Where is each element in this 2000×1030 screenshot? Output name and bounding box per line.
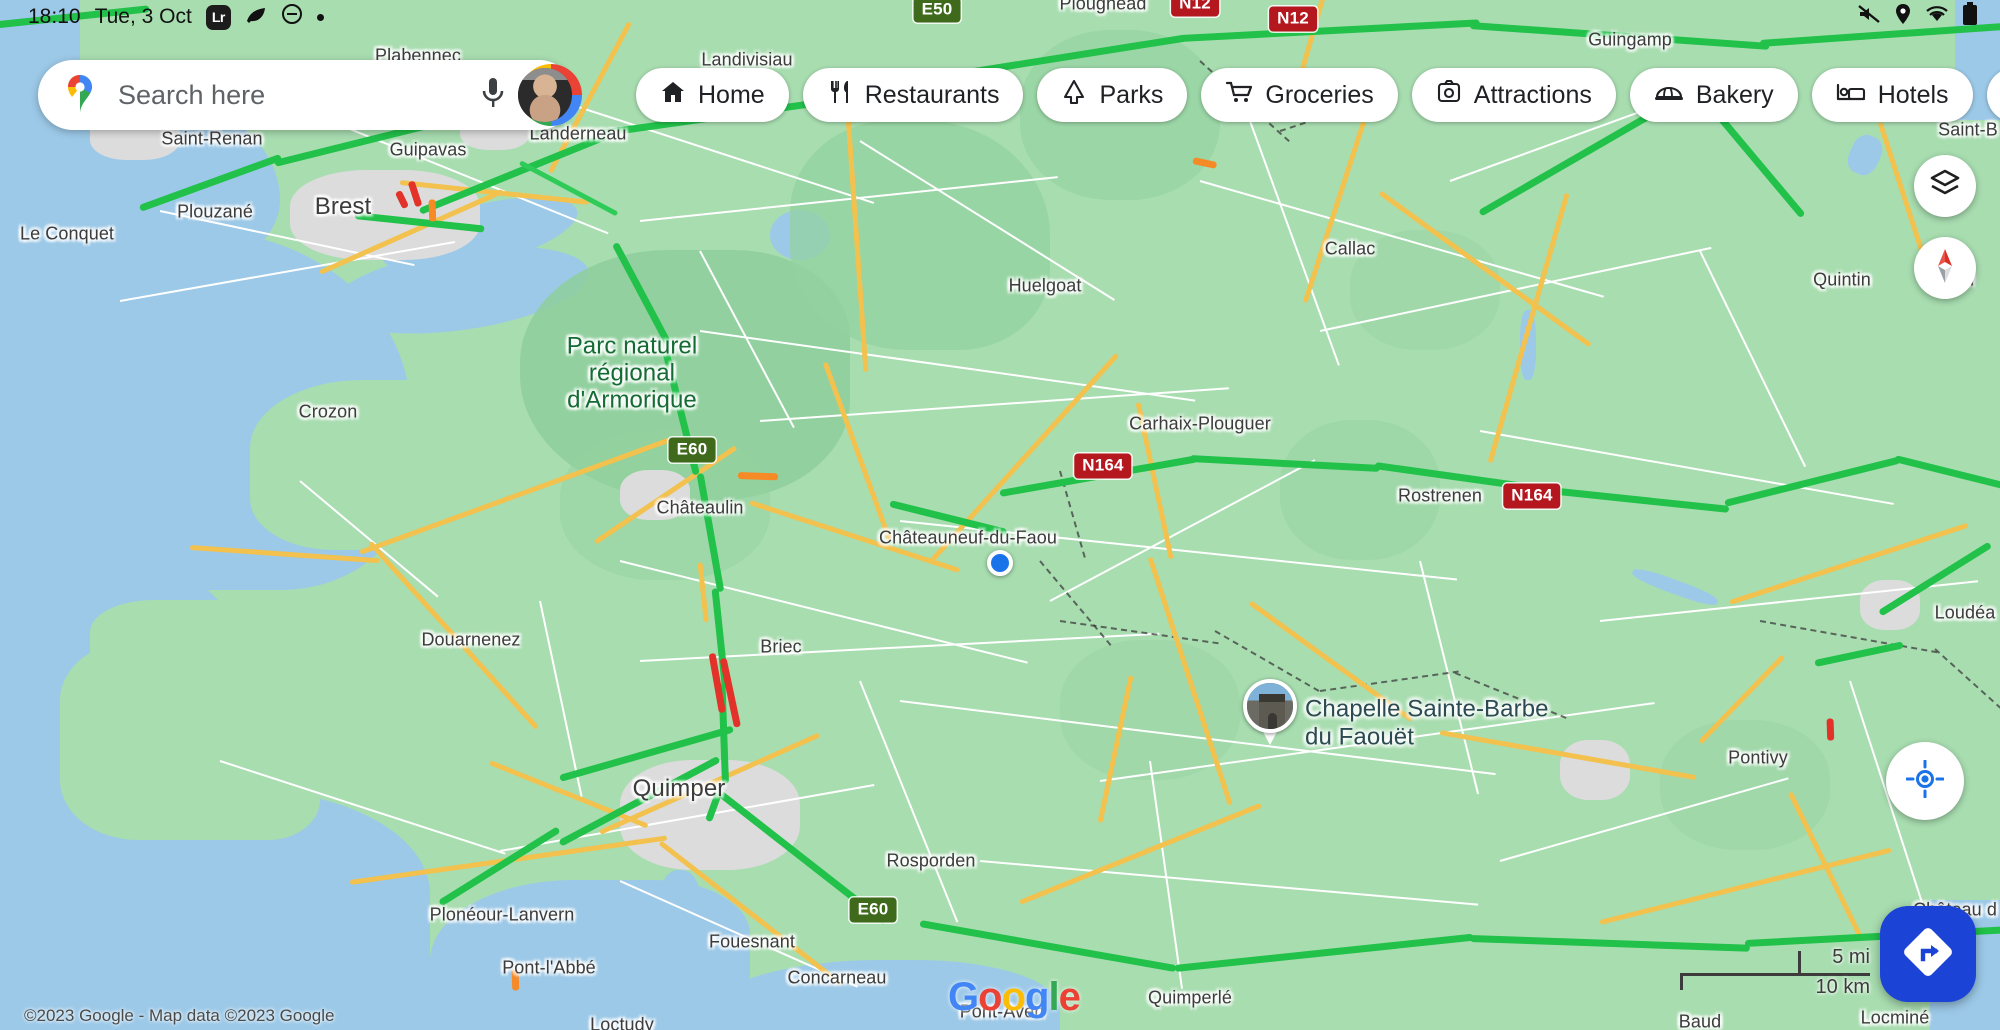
logo-letter-o2: o: [1001, 975, 1026, 1019]
road-shield: E60: [668, 437, 716, 463]
chip-label: Groceries: [1265, 80, 1374, 109]
maps-app: Plabennec Plougnead Landivisiau Guingamp Lan…: [0, 0, 2000, 1030]
map-label-place[interactable]: Concarneau: [787, 968, 886, 989]
road-shield: N164: [1074, 453, 1132, 479]
logo-letter-l: l: [1048, 975, 1059, 1019]
map-label-place[interactable]: Châteauneuf-du-Faou: [879, 528, 1057, 549]
scale-label-miles: 5 mi: [1832, 946, 1870, 968]
map-label-place[interactable]: Quintin: [1813, 270, 1871, 291]
map-label-place[interactable]: Rosporden: [887, 851, 976, 872]
poi-marker-chapelle[interactable]: [1243, 679, 1297, 745]
map-label-place[interactable]: Pont-l'Abbé: [502, 958, 596, 979]
map-attribution: ©2023 Google - Map data ©2023 Google: [24, 1006, 335, 1025]
map-label-place[interactable]: Saint-Renan: [161, 129, 262, 150]
road-shield: E60: [849, 897, 897, 923]
scale-label-km: 10 km: [1815, 976, 1870, 998]
chip-label: Restaurants: [864, 80, 1000, 109]
directions-button[interactable]: [1880, 906, 1976, 1002]
chip-groceries[interactable]: Groceries: [1201, 68, 1398, 122]
map-label-place[interactable]: Douarnenez: [421, 630, 520, 651]
road-shield: N12: [1269, 6, 1317, 32]
map-canvas[interactable]: Plabennec Plougnead Landivisiau Guingamp Lan…: [0, 0, 2000, 1030]
map-label-place[interactable]: Briec: [760, 637, 802, 658]
google-maps-pin-icon: [60, 71, 100, 120]
map-label-place[interactable]: Le Conquet: [20, 224, 114, 245]
layers-button[interactable]: [1914, 155, 1976, 217]
shopping-cart-icon: [1225, 79, 1253, 112]
compass-icon: [1930, 247, 1960, 290]
logo-letter-g2: g: [1025, 975, 1049, 1019]
chip-label: Home: [698, 80, 765, 109]
map-label-place[interactable]: Baud: [1679, 1012, 1721, 1030]
park-tree-icon: [1061, 79, 1087, 112]
current-location-dot: [987, 550, 1013, 576]
map-label-place[interactable]: Plonéour-Lanvern: [430, 905, 575, 926]
map-label-place[interactable]: Guingamp: [1588, 30, 1672, 51]
logo-letter-e: e: [1058, 975, 1081, 1019]
map-label-place[interactable]: Loudéa: [1935, 603, 1996, 624]
scale-tick-left: [1680, 973, 1683, 990]
map-label-place[interactable]: Loctudy: [590, 1015, 654, 1030]
microphone-icon[interactable]: [480, 76, 506, 115]
map-label-place[interactable]: Locminé: [1861, 1008, 1930, 1029]
chip-home[interactable]: Home: [636, 68, 789, 122]
avatar-ring[interactable]: [518, 64, 582, 126]
map-label-park: Parc naturel régional d'Armorique: [566, 332, 698, 414]
map-label-place[interactable]: Quimperlé: [1148, 988, 1232, 1009]
map-label-place[interactable]: Brest: [315, 193, 372, 221]
chip-parks[interactable]: Parks: [1037, 68, 1188, 122]
chip-label: Parks: [1099, 80, 1164, 109]
map-label-place[interactable]: Plougnead: [1060, 0, 1147, 15]
compass-button[interactable]: [1914, 237, 1976, 299]
map-label-place[interactable]: Carhaix-Plouguer: [1129, 414, 1271, 435]
chip-bakery[interactable]: Bakery: [1629, 68, 1798, 122]
chip-petrol[interactable]: Petrol: [1986, 68, 2000, 122]
google-watermark: Google: [948, 975, 1081, 1020]
restaurant-icon: [827, 79, 853, 112]
logo-letter-o1: o: [978, 975, 1002, 1019]
map-label-place[interactable]: Rostrenen: [1398, 486, 1482, 507]
map-label-place[interactable]: Fouesnant: [709, 932, 795, 953]
avatar[interactable]: [518, 68, 572, 122]
map-label-place[interactable]: Callac: [1325, 239, 1376, 260]
poi-label-chapelle[interactable]: Chapelle Sainte-Barbe du Faouët: [1305, 695, 1549, 750]
search-bar[interactable]: [38, 60, 582, 130]
chip-restaurants[interactable]: Restaurants: [802, 68, 1024, 122]
bakery-icon: [1654, 80, 1684, 111]
poi-photo-thumbnail: [1243, 679, 1297, 733]
map-label-place[interactable]: Plouzané: [177, 202, 253, 223]
directions-icon: [1899, 923, 1957, 986]
scale-tick-right: [1798, 951, 1801, 975]
map-label-place[interactable]: Huelgoat: [1009, 276, 1082, 297]
map-label-place[interactable]: Crozon: [299, 402, 358, 423]
scale-bar: 5 mi 10 km: [1680, 946, 1870, 1002]
map-label-place[interactable]: Châteaulin: [656, 498, 743, 519]
my-location-icon: [1905, 759, 1945, 803]
search-input[interactable]: [118, 79, 472, 111]
category-chips[interactable]: Home Restaurants Parks Groceries Attract…: [636, 68, 2000, 122]
map-label-place[interactable]: Pontivy: [1728, 748, 1788, 769]
home-icon: [660, 79, 686, 112]
logo-letter-g1: G: [948, 975, 979, 1019]
my-location-button[interactable]: [1886, 742, 1964, 820]
chip-attractions[interactable]: Attractions: [1411, 68, 1616, 122]
chip-label: Bakery: [1695, 80, 1774, 109]
map-label-place[interactable]: Quimper: [633, 775, 726, 803]
chip-label: Hotels: [1877, 80, 1949, 109]
road-shield: N164: [1503, 483, 1561, 509]
layers-icon: [1928, 167, 1962, 206]
hotel-bed-icon: [1836, 80, 1866, 111]
map-label-place[interactable]: Guipavas: [390, 140, 467, 161]
road-shield: E50: [913, 0, 961, 23]
map-label-place[interactable]: Saint-B: [1938, 120, 1998, 141]
chip-label: Attractions: [1473, 80, 1592, 109]
road-shield: N12: [1171, 0, 1219, 17]
attractions-icon: [1436, 79, 1462, 112]
chip-hotels[interactable]: Hotels: [1811, 68, 1973, 122]
